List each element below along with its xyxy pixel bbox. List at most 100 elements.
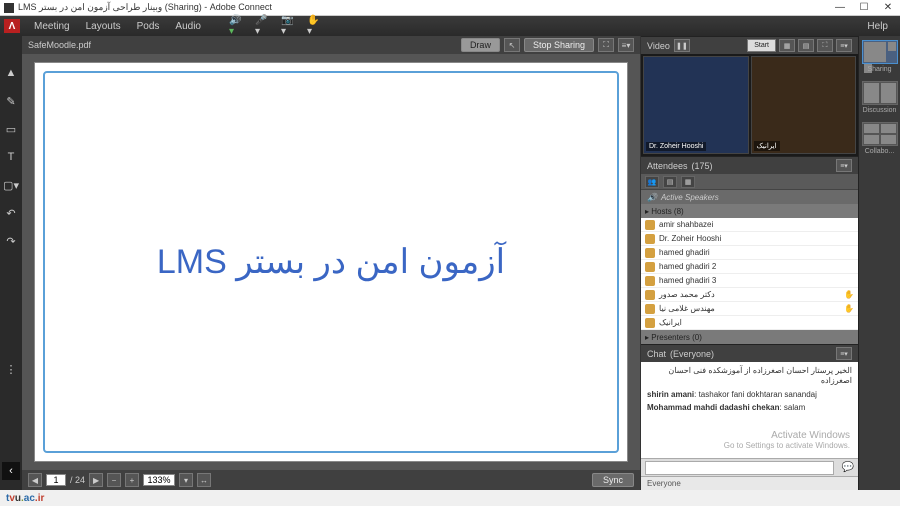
app-icon (4, 3, 14, 13)
menu-layouts[interactable]: Layouts (78, 21, 129, 32)
chat-input-row: 💬 (641, 458, 858, 476)
attendee-status-icon (844, 262, 854, 272)
menubar-icons: 🔊▾ 🎤▾ 📷▾ ✋▾ (229, 19, 323, 33)
attendee-row[interactable]: hamed ghadiri 2 (641, 260, 858, 274)
zoom-input[interactable] (143, 474, 175, 486)
window-title: LMS وبینار طراحی آزمون امن در بستر (Shar… (18, 2, 272, 13)
start-webcam-button[interactable]: Start (747, 39, 776, 52)
attendee-name: hamed ghadiri 2 (659, 262, 716, 271)
speaker-icon[interactable]: 🔊▾ (229, 19, 245, 33)
collapse-toolbar-icon[interactable]: ‹ (2, 462, 20, 480)
pod-options-icon[interactable]: ≡▾ (618, 38, 634, 52)
activate-l2: Go to Settings to activate Windows. (724, 441, 850, 450)
video-pause-icon[interactable]: ❚❚ (674, 39, 690, 52)
attendee-name: مهندس غلامی نیا (659, 304, 715, 313)
attendee-row[interactable]: دکتر محمد صدور✋ (641, 288, 858, 302)
webcam-icon[interactable]: 📷▾ (281, 19, 297, 33)
menubar: Λ Meeting Layouts Pods Audio 🔊▾ 🎤▾ 📷▾ ✋▾… (0, 16, 900, 36)
marker-tool-icon[interactable]: ✎ (4, 94, 18, 108)
breakout-icon[interactable]: ▦ (681, 176, 695, 188)
chat-tab-everyone[interactable]: Everyone (641, 476, 858, 490)
text-tool-icon[interactable]: T (4, 150, 18, 164)
layout-collaboration[interactable] (862, 122, 898, 146)
attendee-row[interactable]: ایرانیک (641, 316, 858, 330)
chat-body: الخیر پرستار احسان اصغرزاده از آموزشکده … (641, 362, 858, 458)
grid-view-icon[interactable]: ▦ (779, 39, 795, 52)
attendee-status-icon (844, 248, 854, 258)
presenters-group-header[interactable]: ▸ Presenters (0) (641, 330, 858, 344)
attendee-status-icon (844, 220, 854, 230)
video-pod-title: Video (647, 41, 670, 51)
maximize-button[interactable]: ☐ (856, 2, 872, 13)
menu-help[interactable]: Help (859, 21, 896, 32)
active-speakers-label: Active Speakers (661, 193, 719, 202)
attendee-row[interactable]: hamed ghadiri (641, 246, 858, 260)
minimize-button[interactable]: — (832, 2, 848, 13)
right-column: Video ❚❚ Start ▦ ▤ ⛶ ≡▾ Dr. Zoheir Hoosh… (640, 36, 858, 490)
share-filename: SafeMoodle.pdf (28, 40, 91, 50)
attendee-row[interactable]: hamed ghadiri 3 (641, 274, 858, 288)
zoom-in-button[interactable]: + (125, 473, 139, 487)
zoom-dropdown-icon[interactable]: ▾ (179, 473, 193, 487)
attendee-row[interactable]: Dr. Zoheir Hooshi (641, 232, 858, 246)
person-icon (645, 290, 655, 300)
attendee-name: hamed ghadiri (659, 248, 710, 257)
active-speakers-row: 🔊 Active Speakers (641, 190, 858, 204)
layout-collaboration-label: Collabo... (865, 148, 895, 155)
attendee-row[interactable]: amir shahbazei (641, 218, 858, 232)
mic-icon[interactable]: 🎤▾ (255, 19, 271, 33)
attendee-row[interactable]: مهندس غلامی نیا ✋ (641, 302, 858, 316)
chat-title: Chat (647, 349, 666, 359)
raise-hand-icon[interactable]: ✋▾ (307, 19, 323, 33)
attendee-status-icon: ✋ (844, 304, 854, 314)
chat-message: Mohammad mahdi dadashi chekan: salam (647, 403, 852, 413)
person-icon (645, 248, 655, 258)
fullscreen-icon[interactable]: ⛶ (598, 38, 614, 52)
shape-tool-icon[interactable]: ▢▾ (4, 178, 18, 192)
person-icon (645, 234, 655, 244)
attendee-status-icon[interactable]: ▤ (663, 176, 677, 188)
attendees-options-icon[interactable]: ≡▾ (836, 159, 852, 172)
next-page-button[interactable]: ▶ (89, 473, 103, 487)
attendees-toolbar: 👥 ▤ ▦ (641, 174, 858, 190)
eraser-tool-icon[interactable]: ▭ (4, 122, 18, 136)
fit-width-icon[interactable]: ↔ (197, 473, 211, 487)
menu-audio[interactable]: Audio (167, 21, 209, 32)
attendee-name: دکتر محمد صدور (659, 290, 715, 299)
drawing-toolbar: ▲ ✎ ▭ T ▢▾ ↶ ↷ ⋮ ‹ (0, 36, 22, 490)
chat-options-icon[interactable]: ≡▾ (836, 347, 852, 360)
sync-button[interactable]: Sync (592, 473, 634, 487)
layout-discussion[interactable] (862, 81, 898, 105)
menu-pods[interactable]: Pods (129, 21, 168, 32)
page-input[interactable] (46, 474, 66, 486)
menu-meeting[interactable]: Meeting (26, 21, 78, 32)
person-icon (645, 276, 655, 286)
video-fullscreen-icon[interactable]: ⛶ (817, 39, 833, 52)
pointer-icon[interactable]: ↖ (504, 38, 520, 52)
undo-icon[interactable]: ↶ (4, 206, 18, 220)
main-area: ▲ ✎ ▭ T ▢▾ ↶ ↷ ⋮ ‹ SafeMoodle.pdf Draw ↖… (0, 36, 900, 490)
person-icon (645, 262, 655, 272)
stop-sharing-button[interactable]: Stop Sharing (524, 38, 594, 52)
filmstrip-view-icon[interactable]: ▤ (798, 39, 814, 52)
attendee-name: ایرانیک (659, 318, 682, 327)
person-icon (645, 220, 655, 230)
hosts-group-header[interactable]: ▸ Hosts (8) (641, 204, 858, 218)
chat-send-icon[interactable]: 💬 (838, 462, 858, 473)
webcam-2[interactable]: ایرانیک (751, 56, 857, 154)
webcam-1[interactable]: Dr. Zoheir Hooshi (643, 56, 749, 154)
pointer-tool-icon[interactable]: ▲ (4, 66, 18, 80)
redo-icon[interactable]: ↷ (4, 234, 18, 248)
prev-page-button[interactable]: ◀ (28, 473, 42, 487)
attendee-view-icon[interactable]: 👥 (645, 176, 659, 188)
options-icon[interactable]: ⋮ (4, 362, 18, 376)
video-options-icon[interactable]: ≡▾ (836, 39, 852, 52)
draw-button[interactable]: Draw (461, 38, 500, 52)
video-body: Dr. Zoheir Hooshi ایرانیک (641, 54, 858, 156)
share-pod: SafeMoodle.pdf Draw ↖ Stop Sharing ⛶ ≡▾ … (22, 36, 640, 490)
person-icon (645, 304, 655, 314)
layout-sharing[interactable] (862, 40, 898, 64)
chat-input[interactable] (645, 461, 834, 475)
close-button[interactable]: ✕ (880, 2, 896, 13)
zoom-out-button[interactable]: − (107, 473, 121, 487)
